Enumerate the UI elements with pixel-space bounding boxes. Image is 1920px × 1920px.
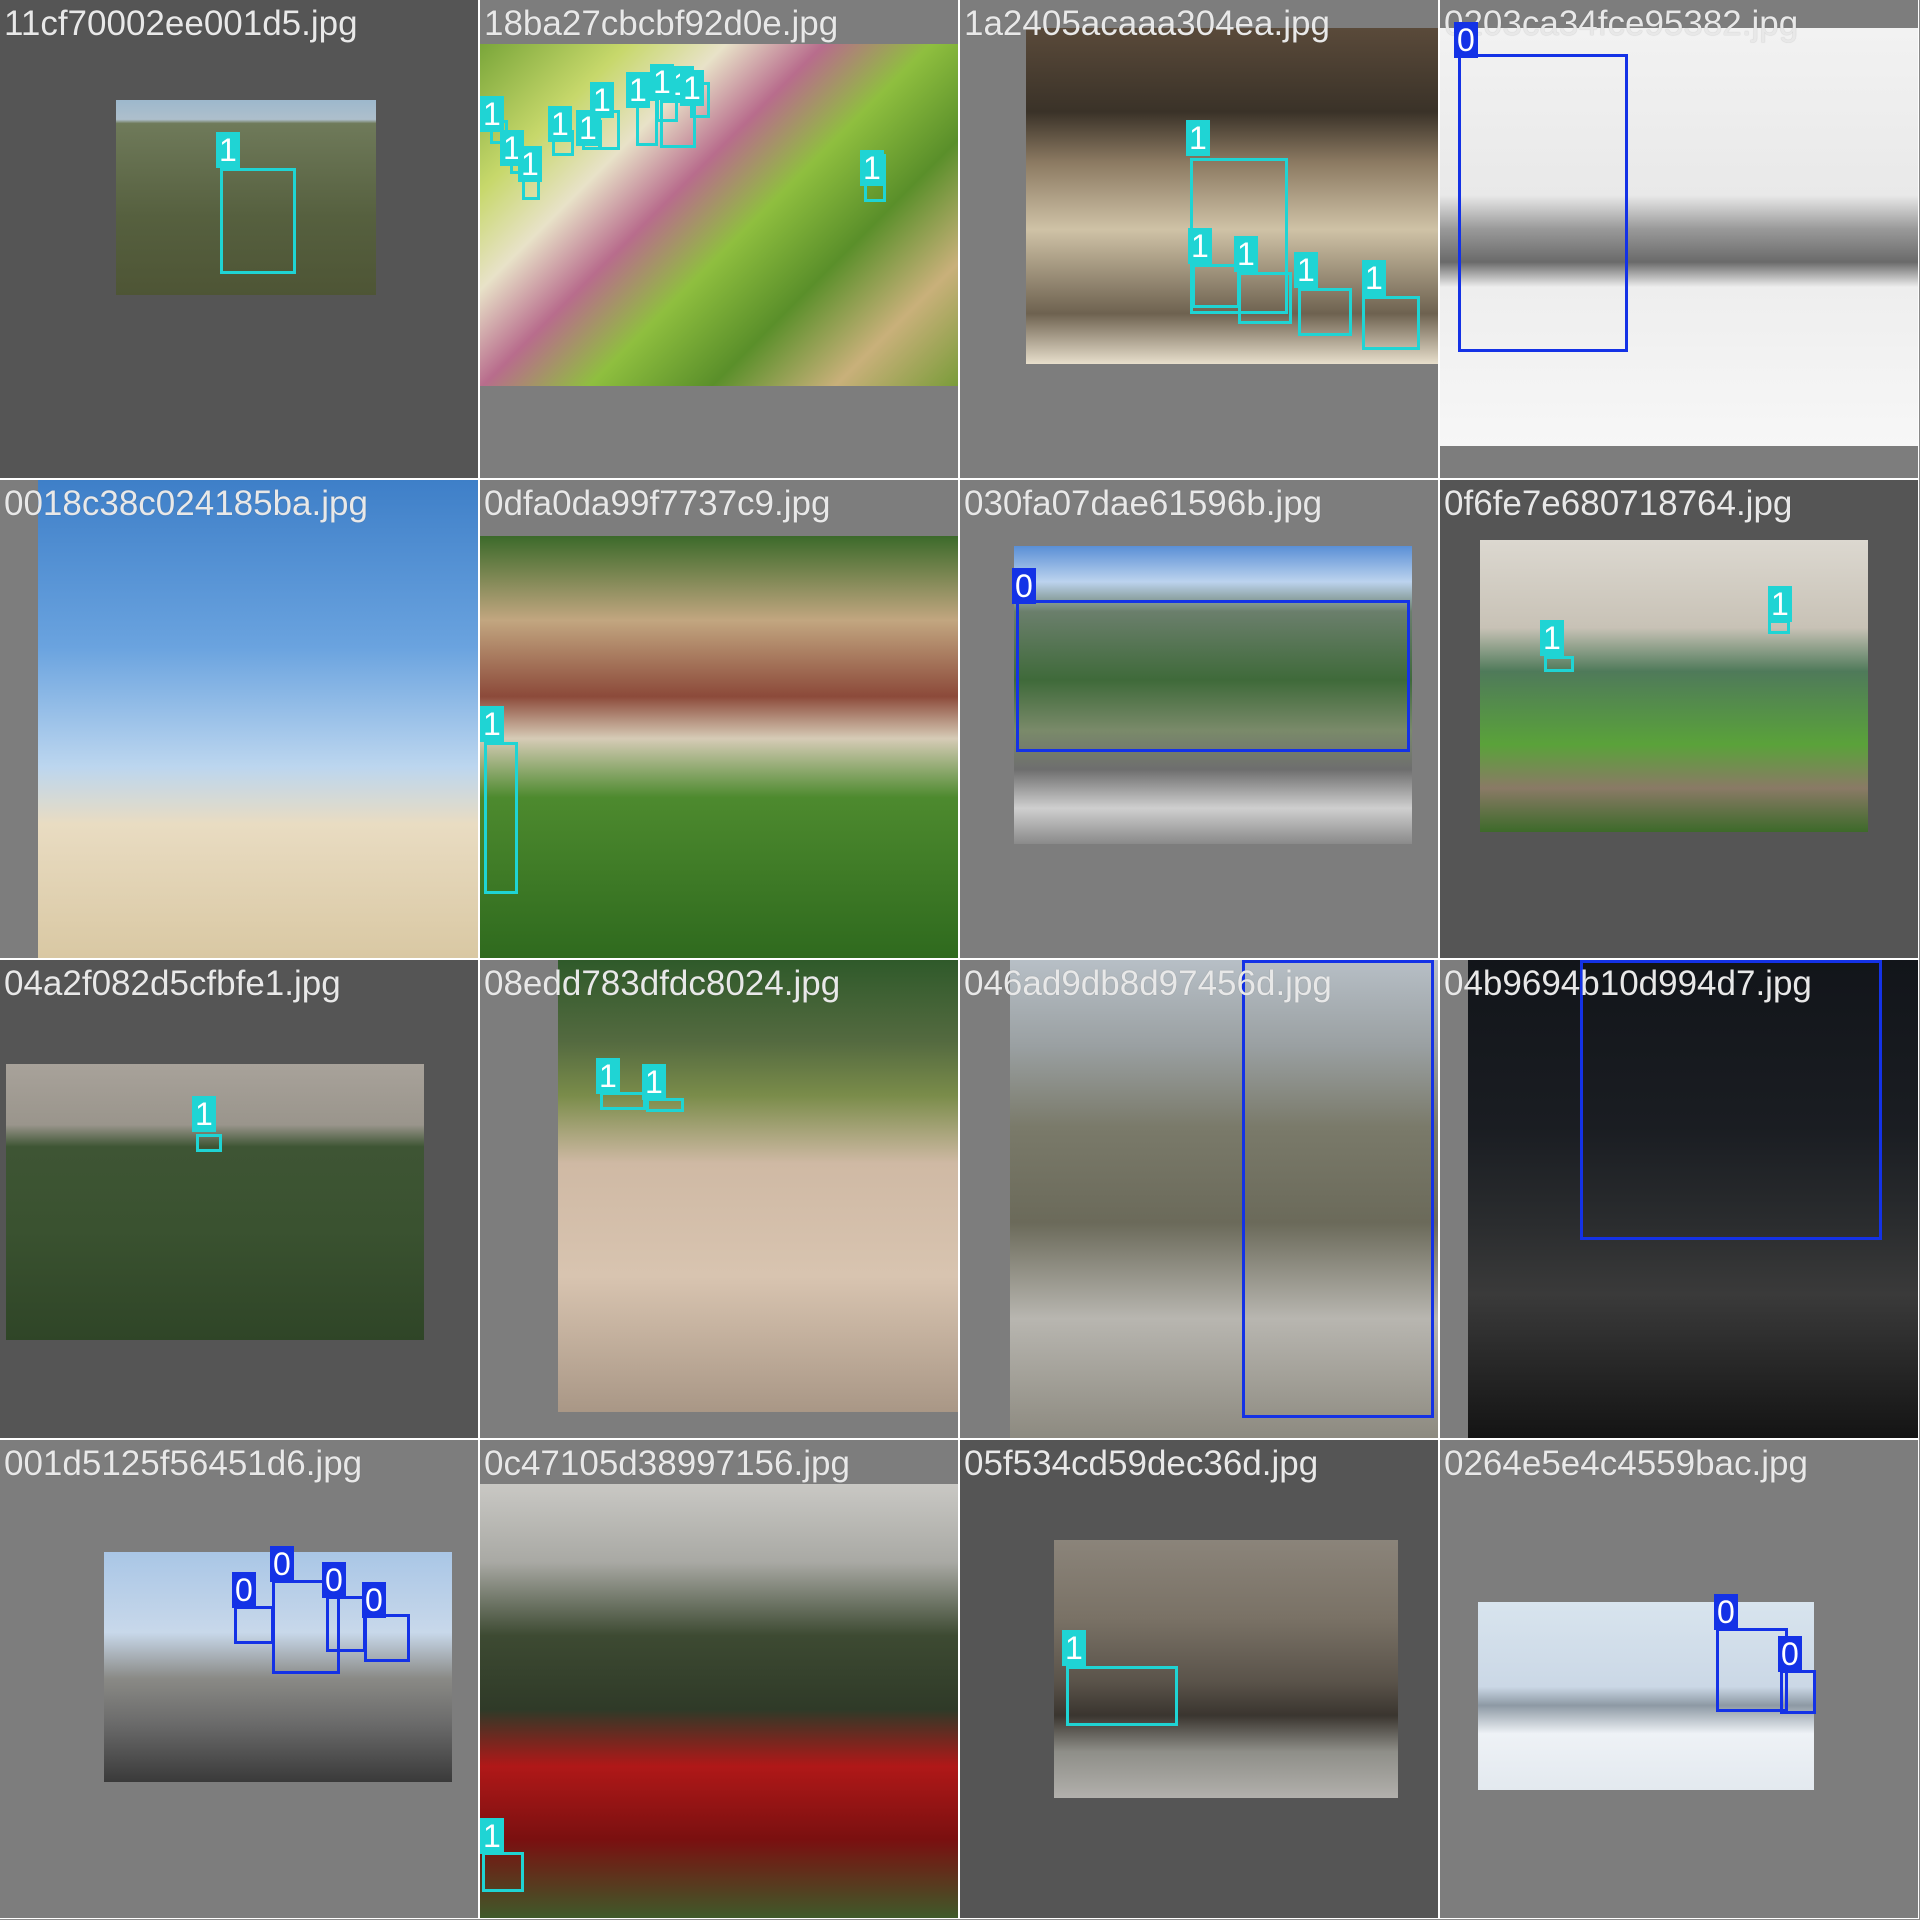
bbox-class-1 — [1298, 288, 1352, 336]
grid-tile[interactable]: 05f534cd59dec36d.jpg 1 — [959, 1439, 1439, 1919]
bbox-class-0 — [1016, 600, 1410, 752]
bbox-class-1 — [220, 168, 296, 274]
photo-cave-house-garden — [480, 536, 958, 958]
bbox-class-0 — [1242, 960, 1434, 1418]
bbox-class-0 — [234, 1606, 274, 1644]
bbox-label: 0 — [1580, 960, 1604, 962]
bbox-label: 1 — [1188, 228, 1212, 264]
bbox-label: 0 — [232, 1572, 256, 1608]
bbox-class-1 — [1238, 272, 1292, 324]
grid-tile[interactable]: 030fa07dae61596b.jpg 0 — [959, 479, 1439, 959]
filename-label: 0264e5e4c4559bac.jpg — [1444, 1444, 1808, 1483]
bbox-class-1 — [600, 1092, 646, 1110]
bbox-class-0 — [364, 1614, 410, 1662]
grid-tile[interactable]: 0264e5e4c4559bac.jpg 0 0 — [1439, 1439, 1919, 1919]
bbox-label: 1 — [480, 1818, 504, 1854]
filename-label: 0c47105d38997156.jpg — [484, 1444, 850, 1483]
photo-dead-tree-desert — [38, 480, 478, 958]
grid-tile[interactable]: 0f6fe7e680718764.jpg 1 1 — [1439, 479, 1919, 959]
bbox-label: 1 — [480, 96, 504, 132]
bbox-label: 0 — [1778, 1636, 1802, 1672]
filename-label: 001d5125f56451d6.jpg — [4, 1444, 363, 1483]
grid-tile[interactable]: 04a2f082d5cfbfe1.jpg 1 — [0, 959, 479, 1439]
bbox-label: 1 — [548, 106, 572, 142]
bbox-label: 1 — [860, 150, 884, 186]
bbox-label: 1 — [1362, 260, 1386, 296]
bbox-label: 0 — [270, 1546, 294, 1582]
filename-label: 04b9694b10d994d7.jpg — [1444, 964, 1812, 1003]
photo-statue-monument — [1480, 540, 1868, 832]
bbox-class-0 — [326, 1596, 366, 1652]
grid-tile[interactable]: 08edd783dfdc8024.jpg 1 1 — [479, 959, 959, 1439]
photo-red-vintage-car — [480, 1484, 958, 1918]
filename-label: 030fa07dae61596b.jpg — [964, 484, 1323, 523]
bbox-label: 0 — [1012, 568, 1036, 604]
filename-label: 0018c38c024185ba.jpg — [4, 484, 368, 523]
bbox-label: 1 — [626, 72, 650, 108]
bbox-class-1 — [1066, 1666, 1178, 1726]
filename-label: 05f534cd59dec36d.jpg — [964, 1444, 1319, 1483]
bbox-class-1 — [1362, 296, 1420, 350]
bbox-label: 1 — [1186, 120, 1210, 156]
bbox-class-1 — [484, 742, 518, 894]
bbox-label: 1 — [192, 1096, 216, 1132]
bbox-label: 1 — [680, 70, 704, 106]
bbox-label: 1 — [1294, 252, 1318, 288]
grid-tile[interactable]: 001d5125f56451d6.jpg 0 0 0 0 — [0, 1439, 479, 1919]
bbox-label: 0 — [362, 1582, 386, 1618]
grid-tile[interactable]: 11cf70002ee001d5.jpg 1 — [0, 0, 479, 479]
filename-label: 04a2f082d5cfbfe1.jpg — [4, 964, 341, 1003]
grid-tile[interactable]: 0203ca34fce95382.jpg 0 — [1439, 0, 1919, 479]
bbox-label: 0 — [322, 1562, 346, 1598]
bbox-class-1 — [196, 1134, 222, 1152]
bbox-label: 0 — [1242, 960, 1266, 962]
filename-label: 1a2405acaaa304ea.jpg — [964, 4, 1330, 43]
bbox-label: 1 — [518, 146, 542, 182]
bbox-class-0 — [1780, 1670, 1816, 1714]
bbox-label: 1 — [1768, 586, 1792, 622]
filename-label: 18ba27cbcbf92d0e.jpg — [484, 4, 839, 43]
bbox-label: 0 — [1454, 22, 1478, 58]
grid-tile[interactable]: 0c47105d38997156.jpg 1 — [479, 1439, 959, 1919]
filename-label: 0f6fe7e680718764.jpg — [1444, 484, 1793, 523]
grid-tile[interactable]: 04b9694b10d994d7.jpg 0 — [1439, 959, 1919, 1439]
photo-rice-terraces — [480, 44, 958, 386]
grid-tile[interactable]: 0dfa0da99f7737c9.jpg 1 — [479, 479, 959, 959]
filename-label: 0203ca34fce95382.jpg — [1444, 4, 1799, 43]
bbox-label: 1 — [216, 132, 240, 168]
filename-label: 11cf70002ee001d5.jpg — [4, 4, 358, 43]
bbox-label: 1 — [480, 706, 504, 742]
bbox-label: 1 — [1234, 236, 1258, 272]
filename-label: 046ad9db8d97456d.jpg — [964, 964, 1332, 1003]
grid-tile[interactable]: 046ad9db8d97456d.jpg 0 — [959, 959, 1439, 1439]
filename-label: 08edd783dfdc8024.jpg — [484, 964, 841, 1003]
bbox-class-1 — [1544, 656, 1574, 672]
bbox-label: 1 — [1062, 1630, 1086, 1666]
bbox-label: 1 — [642, 1064, 666, 1100]
grid-tile[interactable]: 0018c38c024185ba.jpg — [0, 479, 479, 959]
bbox-class-1 — [482, 1852, 524, 1892]
bbox-label: 1 — [1540, 620, 1564, 656]
bbox-label: 1 — [590, 82, 614, 118]
filename-label: 0dfa0da99f7737c9.jpg — [484, 484, 831, 523]
grid-tile[interactable]: 1a2405acaaa304ea.jpg 1 1 1 1 1 — [959, 0, 1439, 479]
bbox-label: 0 — [1714, 1594, 1738, 1630]
bbox-label: 1 — [596, 1058, 620, 1094]
bbox-class-1 — [1192, 264, 1240, 308]
bbox-class-0 — [1458, 54, 1628, 352]
bbox-class-1 — [1768, 620, 1790, 634]
photo-man-sitting-wall — [558, 960, 958, 1412]
image-grid: 11cf70002ee001d5.jpg 1 18ba27cbcbf92d0e.… — [0, 0, 1920, 1920]
grid-tile[interactable]: 18ba27cbcbf92d0e.jpg 1 1 1 1 1 1 1 1 1 1… — [479, 0, 959, 479]
bbox-class-1 — [646, 1098, 684, 1112]
